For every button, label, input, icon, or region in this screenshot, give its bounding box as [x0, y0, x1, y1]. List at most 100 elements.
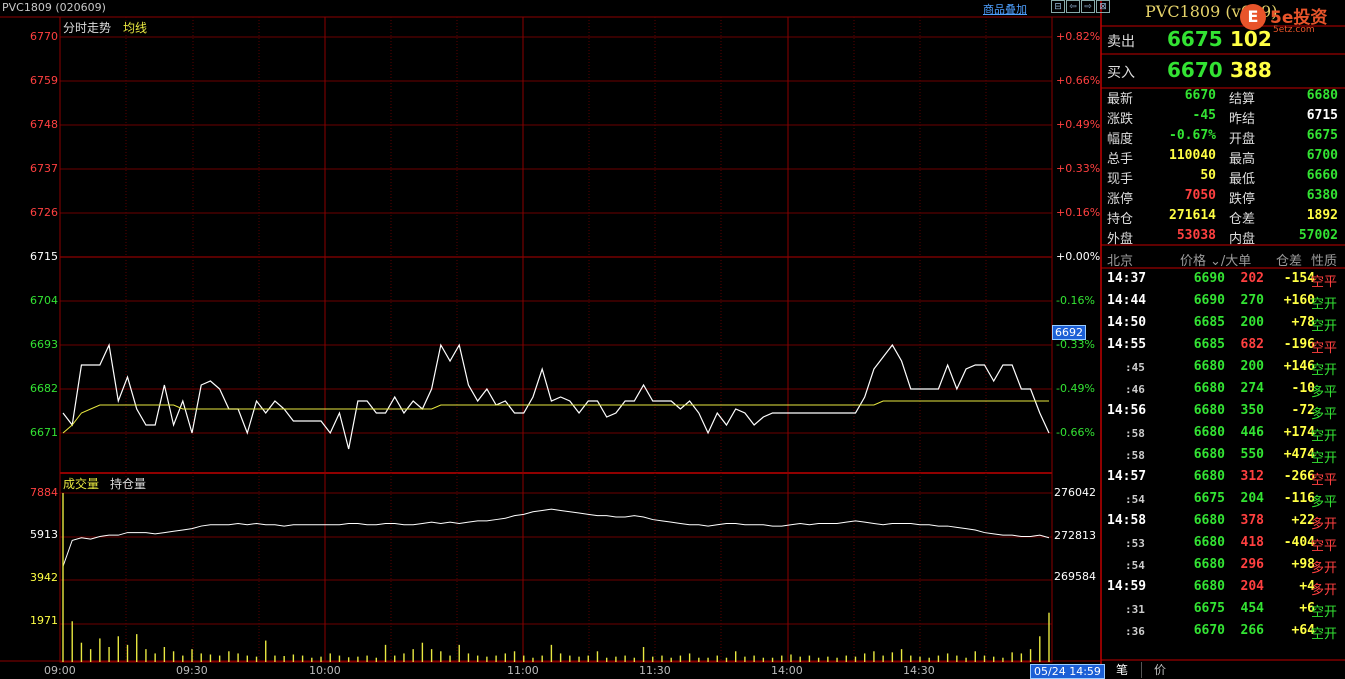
trade-oi: +4 — [1299, 579, 1315, 594]
trade-time: 14:58 — [1107, 513, 1147, 528]
buy-volume: 388 — [1230, 58, 1272, 82]
trade-nature: 空平 — [1311, 341, 1338, 356]
minimize-icon[interactable]: ⊟ — [1051, 0, 1065, 13]
trade-oi: +174 — [1283, 425, 1315, 440]
trade-oi: -266 — [1283, 469, 1315, 484]
trade-oi: -404 — [1283, 535, 1315, 550]
pct-axis-label: +0.33% — [1056, 162, 1101, 175]
price-axis-label: 6671 — [30, 426, 58, 439]
price-axis-label: 6737 — [30, 162, 58, 175]
tab-ticks[interactable]: 笔 — [1103, 662, 1142, 678]
oi-axis-label: 276042 — [1054, 486, 1096, 499]
stat-value: 6675 — [1306, 128, 1338, 143]
trade-nature: 空开 — [1311, 605, 1338, 620]
trade-vol: 200 — [1240, 315, 1264, 330]
trade-time: :45 — [1125, 361, 1145, 374]
trade-nature: 多开 — [1311, 561, 1338, 576]
price-axis-label: 6704 — [30, 294, 58, 307]
trade-nature: 空开 — [1311, 319, 1338, 334]
col-header-volume: ⌄/大单 — [1210, 254, 1252, 269]
price-axis-label: 6726 — [30, 206, 58, 219]
stat-label: 涨停 — [1107, 192, 1134, 207]
volume-axis-label: 3942 — [30, 571, 58, 584]
time-axis-label: 11:00 — [507, 664, 539, 677]
pct-axis-label: -0.16% — [1056, 294, 1095, 307]
forward-arrow-icon[interactable]: ⇨ — [1081, 0, 1095, 13]
trade-vol: 312 — [1240, 469, 1264, 484]
trade-vol: 202 — [1240, 271, 1264, 286]
trade-time: :36 — [1125, 625, 1145, 638]
intraday-label: 分时走势 — [63, 21, 112, 35]
trade-vol: 204 — [1240, 491, 1264, 506]
sell-price: 6675 — [1167, 27, 1223, 51]
stat-value: 6700 — [1306, 148, 1338, 163]
average-line — [62, 400, 1049, 434]
window-buttons: ⊟ ⇦ ⇨ ⊠ — [1051, 0, 1110, 13]
trade-oi: -116 — [1283, 491, 1315, 506]
trade-row: 14:59 6680 204 +4 多开 — [1101, 579, 1345, 601]
pct-axis-label: +0.66% — [1056, 74, 1101, 87]
trade-nature: 空平 — [1311, 539, 1338, 554]
volume-axis-label: 5913 — [30, 528, 58, 541]
back-arrow-icon[interactable]: ⇦ — [1066, 0, 1080, 13]
stat-value: -0.67% — [1169, 128, 1216, 143]
stat-label: 外盘 — [1107, 232, 1134, 247]
trade-row: :58 6680 446 +174 空开 — [1101, 425, 1345, 447]
trade-vol: 296 — [1240, 557, 1264, 572]
trade-row: :31 6675 454 +6 空开 — [1101, 601, 1345, 623]
stat-label: 跌停 — [1229, 192, 1256, 207]
trade-vol: 270 — [1240, 293, 1264, 308]
trade-oi: +146 — [1283, 359, 1315, 374]
trade-oi: -10 — [1291, 381, 1315, 396]
trade-row: :58 6680 550 +474 空开 — [1101, 447, 1345, 469]
bottom-tabs: 笔 价 — [1101, 662, 1345, 678]
trade-nature: 多平 — [1311, 495, 1338, 510]
trade-time: :54 — [1125, 559, 1145, 572]
open-interest-label: 持仓量 — [110, 477, 147, 491]
stat-label: 持仓 — [1107, 212, 1134, 227]
trade-time: 14:56 — [1107, 403, 1147, 418]
sell-label: 卖出 — [1107, 34, 1135, 50]
trade-vol: 200 — [1240, 359, 1264, 374]
stat-value: 6680 — [1306, 88, 1338, 103]
trade-oi: +160 — [1283, 293, 1315, 308]
trade-row: :36 6670 266 +64 空开 — [1101, 623, 1345, 645]
stat-value: 53038 — [1176, 228, 1216, 243]
col-header-oi-change: 仓差 — [1276, 254, 1303, 269]
trade-nature: 多开 — [1311, 517, 1338, 532]
volume-axis-label: 7884 — [30, 486, 58, 499]
stat-value: 6715 — [1306, 108, 1338, 123]
trade-vol: 350 — [1240, 403, 1264, 418]
pct-axis-label: +0.49% — [1056, 118, 1101, 131]
close-icon[interactable]: ⊠ — [1096, 0, 1110, 13]
pct-axis-label: +0.16% — [1056, 206, 1101, 219]
trade-oi: +64 — [1291, 623, 1315, 638]
trade-oi: +474 — [1283, 447, 1315, 462]
trade-time: :58 — [1125, 449, 1145, 462]
trade-vol: 454 — [1240, 601, 1264, 616]
stat-value: 57002 — [1298, 228, 1338, 243]
stat-label: 总手 — [1107, 152, 1134, 167]
time-axis-label: 09:00 — [44, 664, 76, 677]
price-axis-label: 6682 — [30, 382, 58, 395]
contract-title: PVC1809 (020609) — [2, 1, 106, 14]
stat-value: 110040 — [1169, 148, 1216, 163]
trade-row: 14:55 6685 682 -196 空平 — [1101, 337, 1345, 359]
trade-time: 14:57 — [1107, 469, 1147, 484]
stat-value: 271614 — [1169, 208, 1216, 223]
buy-price: 6670 — [1167, 58, 1223, 82]
price-axis-label: 6770 — [30, 30, 58, 43]
pct-axis-label: -0.49% — [1056, 382, 1095, 395]
trade-row: :54 6675 204 -116 多平 — [1101, 491, 1345, 513]
trade-row: :45 6680 200 +146 空开 — [1101, 359, 1345, 381]
trade-row: 14:57 6680 312 -266 空平 — [1101, 469, 1345, 491]
tab-price[interactable]: 价 — [1141, 662, 1179, 678]
stat-label: 开盘 — [1229, 132, 1256, 147]
overlay-commodity-link[interactable]: 商品叠加 — [983, 1, 1027, 17]
trade-time: 14:59 — [1107, 579, 1147, 594]
stat-value: 6670 — [1184, 88, 1216, 103]
stat-value: 6660 — [1306, 168, 1338, 183]
trade-row: 14:56 6680 350 -72 多平 — [1101, 403, 1345, 425]
trade-nature: 多开 — [1311, 583, 1338, 598]
trade-vol: 378 — [1240, 513, 1264, 528]
